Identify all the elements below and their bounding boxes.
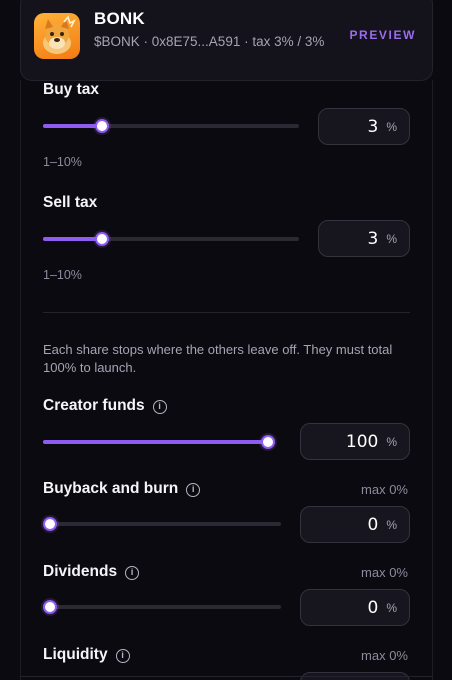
section-divider — [43, 312, 410, 313]
buyback-burn-input[interactable]: 0 % — [300, 506, 410, 543]
bottom-bar-edge — [20, 676, 433, 680]
sell-tax-label: Sell tax — [43, 194, 98, 211]
sell-tax-input[interactable]: 3 % — [318, 220, 410, 257]
buy-tax-unit: % — [386, 119, 397, 134]
token-name: BONK — [94, 9, 145, 28]
creator-funds-value: 100 — [345, 431, 379, 452]
preview-button[interactable]: PREVIEW — [349, 28, 416, 42]
token-meta: $BONK · 0x8E75...A591 · tax 3% / 3% — [94, 34, 325, 49]
sell-tax-slider-knob[interactable] — [94, 232, 109, 246]
buyback-burn-max-note: max 0% — [361, 482, 408, 497]
tax-settings-panel: Buy tax 3 % 1–10% Sell tax 3 % 1–10% Eac… — [20, 80, 433, 680]
creator-funds-slider[interactable] — [43, 435, 275, 449]
token-header-card: BONK $BONK · 0x8E75...A591 · tax 3% / 3%… — [20, 0, 433, 81]
dividends-value: 0 — [367, 597, 379, 618]
buy-tax-slider-knob[interactable] — [94, 119, 109, 133]
sell-tax-unit: % — [386, 231, 397, 246]
buyback-burn-unit: % — [386, 517, 397, 532]
dividends-label: Dividends i — [43, 563, 140, 581]
allocation-explanation: Each share stops where the others leave … — [43, 342, 393, 375]
buy-tax-input[interactable]: 3 % — [318, 108, 410, 145]
buyback-burn-value: 0 — [367, 514, 379, 535]
creator-funds-slider-knob[interactable] — [261, 435, 275, 449]
liquidity-max-note: max 0% — [361, 648, 408, 663]
info-icon[interactable]: i — [115, 649, 130, 663]
info-icon[interactable]: i — [186, 483, 201, 497]
buyback-burn-slider-knob[interactable] — [43, 517, 57, 531]
dividends-unit: % — [386, 600, 397, 615]
buy-tax-value: 3 — [367, 116, 379, 137]
dividends-input[interactable]: 0 % — [300, 589, 410, 626]
creator-funds-input[interactable]: 100 % — [300, 423, 410, 460]
liquidity-label: Liquidity i — [43, 646, 130, 664]
creator-funds-unit: % — [386, 434, 397, 449]
buyback-burn-label: Buyback and burn i — [43, 480, 201, 498]
buy-tax-range-hint: 1–10% — [43, 155, 82, 169]
dividends-slider-knob[interactable] — [43, 600, 57, 614]
bonk-dog-logo-icon — [34, 13, 80, 59]
creator-funds-label: Creator funds i — [43, 397, 167, 415]
buy-tax-slider[interactable] — [43, 119, 299, 133]
sell-tax-range-hint: 1–10% — [43, 268, 82, 282]
info-icon[interactable]: i — [152, 400, 167, 414]
dividends-slider[interactable] — [43, 600, 281, 614]
sell-tax-slider[interactable] — [43, 232, 299, 246]
dividends-max-note: max 0% — [361, 565, 408, 580]
info-icon[interactable]: i — [125, 566, 140, 580]
buy-tax-label: Buy tax — [43, 81, 99, 98]
sell-tax-value: 3 — [367, 228, 379, 249]
launch-settings-page: BONK $BONK · 0x8E75...A591 · tax 3% / 3%… — [0, 0, 452, 680]
buyback-burn-slider[interactable] — [43, 517, 281, 531]
